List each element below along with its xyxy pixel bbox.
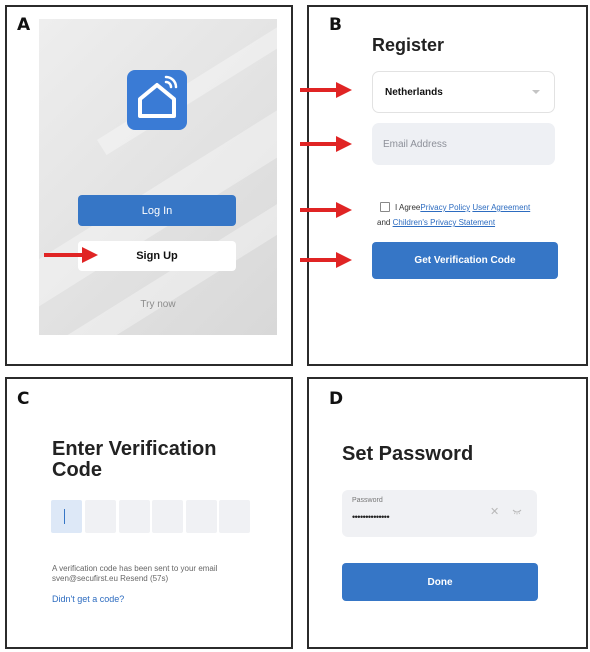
eye-closed-icon[interactable] [512,508,522,517]
code-digit-input[interactable] [119,500,150,533]
set-password-title: Set Password [342,443,474,465]
password-label: Password [352,497,383,504]
code-digit-input[interactable] [152,500,183,533]
splash-screen: Log In Sign Up Try now [39,19,277,335]
dropdown-caret-icon [532,90,540,94]
resend-line[interactable]: sven@secufirst.eu Resend (57s) [52,574,262,584]
user-agreement-link[interactable]: User Agreement [472,203,530,212]
agree-text: I Agree [395,203,421,212]
panel-letter-a: A [17,15,31,35]
smart-home-icon [127,70,187,130]
verification-title: Enter Verification Code [52,438,217,481]
arrow-right-icon [300,202,352,218]
panel-b: B Register Netherlands I AgreePrivacy Po… [307,5,588,366]
password-value: •••••••••••••• [352,512,390,522]
signup-button[interactable]: Sign Up [78,241,236,271]
childrens-privacy-link[interactable]: Children's Privacy Statement [393,218,495,227]
code-digit-input[interactable] [51,500,82,533]
done-button[interactable]: Done [342,563,538,601]
panel-letter-c: C [17,389,30,409]
code-digit-input[interactable] [219,500,250,533]
code-digit-input[interactable] [186,500,217,533]
arrow-right-icon [44,247,98,263]
country-select[interactable]: Netherlands [372,71,555,113]
code-sent-line: A verification code has been sent to you… [52,564,218,573]
password-field[interactable]: Password •••••••••••••• ✕ [342,490,537,537]
panel-c: C Enter Verification Code A verification… [5,377,293,649]
panel-d: D Set Password Password •••••••••••••• ✕… [307,377,588,649]
arrow-right-icon [300,252,352,268]
privacy-policy-link[interactable]: Privacy Policy [420,203,470,212]
code-sent-message: A verification code has been sent to you… [52,564,262,584]
text-caret [64,509,65,524]
panel-letter-b: B [329,15,342,35]
clear-icon[interactable]: ✕ [490,505,499,518]
didnt-get-code-link[interactable]: Didn't get a code? [52,594,124,604]
agree-checkbox[interactable] [380,202,390,212]
panel-a: A Log In Sign Up Try now [5,5,293,366]
arrow-right-icon [300,82,352,98]
country-value: Netherlands [385,86,443,98]
login-button[interactable]: Log In [78,195,236,226]
email-input[interactable] [372,123,555,165]
get-verification-code-button[interactable]: Get Verification Code [372,242,558,279]
and-text: and [377,218,391,227]
code-digit-input[interactable] [85,500,116,533]
terms-agreement: I AgreePrivacy Policy User Agreement and… [377,200,559,230]
arrow-right-icon [300,136,352,152]
try-now-link[interactable]: Try now [39,299,277,310]
register-title: Register [372,35,445,55]
panel-letter-d: D [329,389,344,409]
